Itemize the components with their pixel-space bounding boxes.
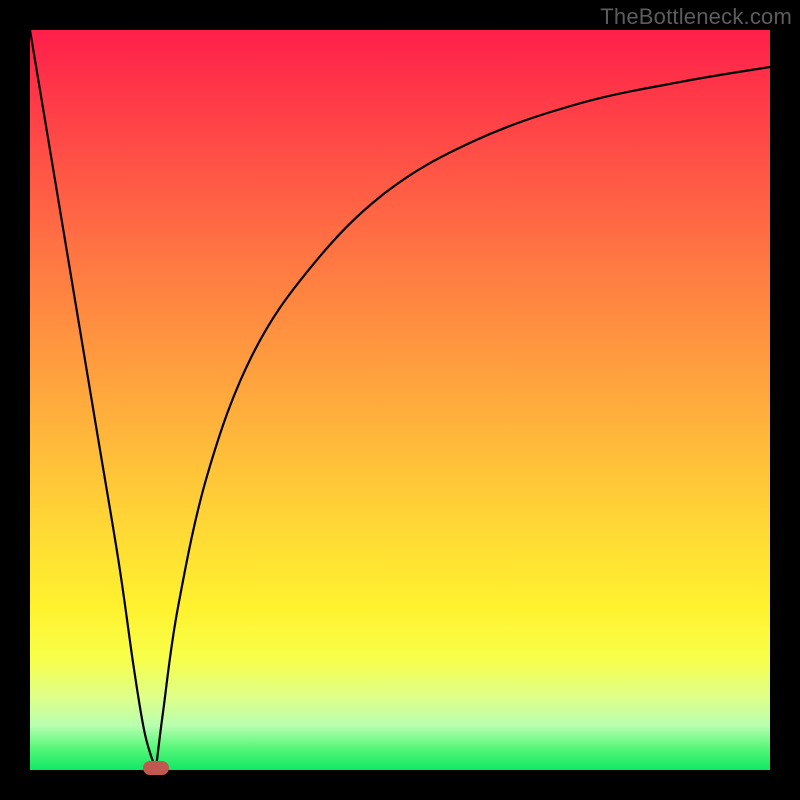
right-branch-curve	[156, 67, 770, 770]
minimum-marker	[143, 761, 169, 775]
chart-frame: TheBottleneck.com	[0, 0, 800, 800]
left-branch-curve	[30, 30, 156, 770]
curve-layer	[30, 30, 770, 770]
watermark-text: TheBottleneck.com	[600, 4, 792, 30]
plot-area	[30, 30, 770, 770]
